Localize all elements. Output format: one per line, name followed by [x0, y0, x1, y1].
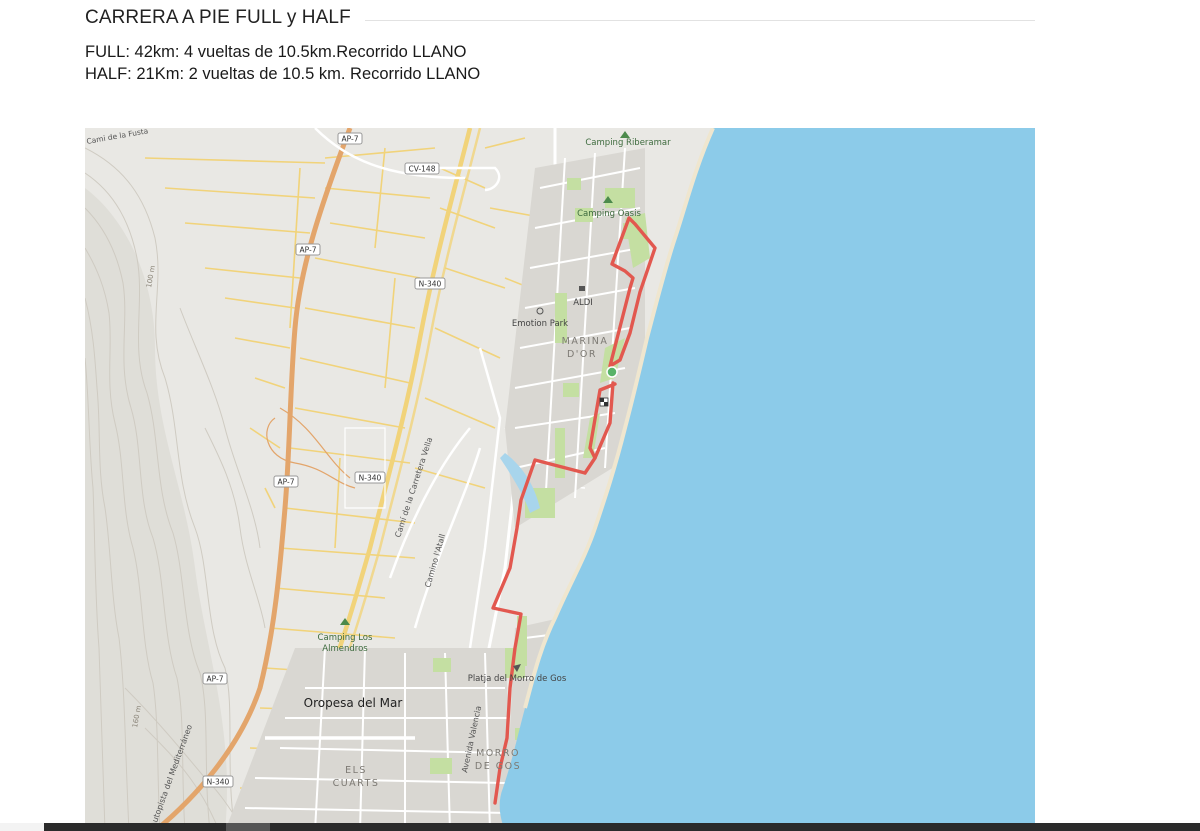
browser-bottom-bar [0, 823, 1200, 831]
label-camping-oasis: Camping Oasis [577, 209, 641, 219]
shield-ap7-bottom: AP-7 [202, 672, 228, 685]
svg-text:N-340: N-340 [419, 280, 442, 289]
svg-text:N-340: N-340 [207, 778, 230, 787]
shield-ap7-top: AP-7 [337, 132, 363, 145]
bottom-bar-tab-segment[interactable] [226, 823, 270, 831]
label-els-line1: ELS [345, 765, 367, 776]
svg-text:CV-148: CV-148 [409, 165, 436, 174]
section-heading: CARRERA A PIE FULL y HALF [85, 6, 1035, 30]
shield-cv148: CV-148 [404, 162, 440, 175]
svg-text:AP-7: AP-7 [207, 675, 224, 684]
svg-text:AP-7: AP-7 [300, 246, 317, 255]
map-canvas[interactable]: AP-7 CV-148 AP-7 N-340 N-340 AP-7 AP-7 N… [85, 128, 1035, 831]
full-distance-text: FULL: 42km: 4 vueltas de 10.5km.Recorrid… [85, 43, 467, 61]
shopping-cart-icon [579, 286, 585, 291]
shield-n340-bottom: N-340 [202, 775, 234, 788]
label-camping-almendros-line1: Camping Los [318, 633, 373, 643]
race-description: FULL: 42km: 4 vueltas de 10.5km.Recorrid… [85, 41, 480, 85]
title-divider [364, 19, 1035, 21]
start-marker[interactable] [606, 366, 618, 378]
label-aldi: ALDI [573, 298, 593, 308]
label-emotion-park: Emotion Park [512, 319, 568, 329]
label-oropesa: Oropesa del Mar [304, 696, 403, 710]
label-els-line2: CUARTS [333, 778, 380, 789]
section-title: CARRERA A PIE FULL y HALF [85, 7, 351, 28]
shield-n340-mid: N-340 [354, 471, 386, 484]
svg-text:AP-7: AP-7 [278, 478, 295, 487]
half-distance-text: HALF: 21Km: 2 vueltas de 10.5 km. Recorr… [85, 65, 481, 83]
label-platja-morro: Platja del Morro de Gos [468, 674, 567, 684]
label-morro-line1: MORRO [476, 748, 520, 759]
bottom-bar-left-segment [0, 823, 44, 831]
svg-text:AP-7: AP-7 [342, 135, 359, 144]
shield-ap7-mid: AP-7 [295, 243, 321, 256]
label-camping-almendros-line2: Almendros [322, 644, 368, 654]
label-marina-line1: MARINA [562, 336, 609, 347]
label-morro-line2: DE GOS [475, 761, 521, 772]
shield-n340-top: N-340 [414, 277, 446, 290]
label-marina-line2: D'OR [567, 349, 597, 360]
shield-ap7-low: AP-7 [273, 475, 299, 488]
finish-flag-icon[interactable] [599, 397, 609, 407]
svg-text:N-340: N-340 [359, 474, 382, 483]
label-camping-riberamar: Camping Riberamar [585, 138, 671, 148]
route-map[interactable]: AP-7 CV-148 AP-7 N-340 N-340 AP-7 AP-7 N… [85, 128, 1035, 831]
